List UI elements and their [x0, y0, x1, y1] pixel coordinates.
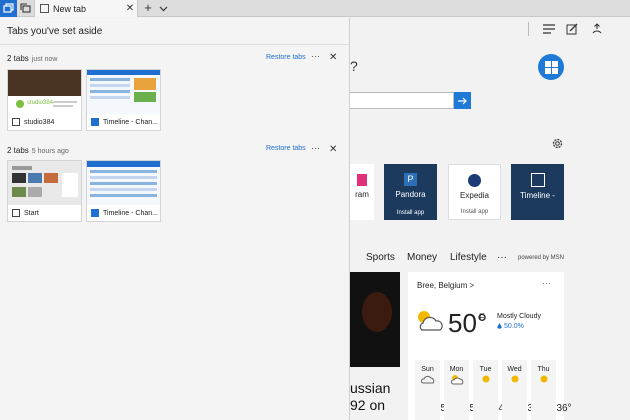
search-go-button[interactable] [454, 92, 471, 109]
sun-icon [482, 375, 489, 383]
precipitation-chance: 50.0% [504, 323, 524, 330]
install-app-label: Install app [460, 209, 489, 215]
tab-label: Timeline - Chan... [103, 118, 158, 126]
pandora-logo-icon: P [404, 173, 417, 186]
windows-logo-icon [538, 54, 564, 80]
group-more-button[interactable]: ··· [311, 51, 320, 61]
cloudy-icon [420, 375, 434, 384]
forecast-day: Tue 45° [473, 360, 514, 420]
favicon-icon [12, 118, 20, 126]
tab-label: studio384 [24, 118, 55, 126]
top-site-tile-expedia[interactable]: Expedia Install app [448, 164, 501, 220]
tab-label: Start [24, 209, 39, 217]
headline-line-1: ussian [350, 380, 391, 396]
nav-money[interactable]: Money [407, 252, 437, 263]
site-logo-icon [357, 174, 367, 186]
tab-thumbnail[interactable]: Start [7, 160, 82, 222]
pen-note-icon[interactable] [563, 20, 581, 38]
arrow-right-icon [458, 97, 467, 104]
weather-location[interactable]: Bree, Belgium > [417, 281, 474, 290]
tab-title: New tab [53, 3, 87, 14]
group-close-button[interactable]: ✕ [329, 144, 337, 155]
new-tab-button[interactable]: + [142, 0, 154, 17]
thumbnail-preview [87, 161, 160, 205]
top-site-tile-timeline[interactable]: Timeline - [511, 164, 564, 220]
page-icon [40, 4, 49, 13]
powered-by-msn: powered by MSN [518, 255, 565, 261]
partly-cloudy-icon [418, 311, 443, 331]
group-close-button[interactable]: ✕ [329, 52, 337, 63]
thumbnail-preview [8, 161, 81, 205]
close-tab-button[interactable]: ✕ [123, 3, 137, 14]
timeline-logo-icon [530, 173, 545, 187]
sun-icon [540, 375, 547, 383]
top-site-tile-partial[interactable]: ram [350, 164, 374, 220]
tile-name: Pandora [395, 190, 426, 199]
forecast-day: Wed 39° [502, 360, 543, 420]
tile-name: ram [355, 190, 369, 199]
favicon-icon [91, 209, 99, 217]
top-site-tile-pandora[interactable]: P Pandora Install app [384, 164, 437, 220]
headline-line-2: 92 on [350, 397, 386, 413]
tab-label: Timeline - Chan... [103, 209, 158, 217]
share-icon[interactable] [588, 20, 606, 38]
tab-new-tab[interactable]: New tab ✕ [34, 0, 138, 17]
restore-tabs-icon[interactable] [17, 0, 34, 17]
temperature-unit: F [479, 312, 485, 322]
nav-more-button[interactable]: ··· [497, 252, 507, 263]
panel-title: Tabs you've set aside [7, 26, 103, 37]
weather-more-button[interactable]: ··· [542, 278, 551, 288]
group-header: 2 tabs 5 hours ago [7, 146, 69, 155]
tile-name: Timeline - [520, 191, 555, 200]
tab-bar: New tab ✕ + [0, 0, 630, 17]
search-prompt-fragment: ? [350, 58, 358, 74]
tab-thumbnail[interactable]: Timeline - Chan... [86, 160, 161, 222]
hub-menu-icon[interactable] [540, 20, 558, 38]
search-input[interactable] [350, 92, 454, 109]
restore-tabs-link[interactable]: Restore tabs [266, 54, 306, 61]
tile-name: Expedia [460, 191, 489, 200]
forecast-day: Mon 53° [444, 360, 485, 420]
nav-lifestyle[interactable]: Lifestyle [450, 252, 487, 263]
forecast-day: Thu 36° [531, 360, 572, 420]
sun-icon [511, 375, 518, 383]
toolbar-divider [528, 22, 529, 36]
install-app-label: Install app [396, 210, 425, 216]
tab-thumbnail[interactable]: studio384 studio384 [7, 69, 82, 131]
news-image[interactable] [350, 272, 400, 367]
tab-thumbnail[interactable]: Timeline - Chan... [86, 69, 161, 131]
chevron-down-icon[interactable] [157, 0, 169, 17]
divider [0, 44, 349, 45]
group-header: 2 tabs just now [7, 54, 58, 63]
favicon-icon [12, 209, 20, 217]
weather-card[interactable]: Bree, Belgium > ··· 50° F Mostly Cloudy … [408, 272, 572, 420]
thumbnail-preview: studio384 [8, 70, 81, 114]
expedia-logo-icon [468, 174, 481, 187]
group-more-button[interactable]: ··· [311, 143, 320, 153]
forecast-day: Sun 51° [415, 360, 456, 420]
restore-tabs-link[interactable]: Restore tabs [266, 145, 306, 152]
news-headline[interactable]: ussian 92 on [350, 380, 390, 414]
tabs-aside-panel: Tabs you've set aside 2 tabs just now Res… [0, 18, 350, 420]
partly-cloudy-icon [450, 375, 463, 385]
tabs-aside-icon[interactable] [0, 0, 17, 17]
weather-condition: Mostly Cloudy [497, 313, 541, 320]
gear-icon[interactable] [551, 137, 565, 151]
chevron-right-icon: > [469, 281, 475, 290]
favicon-icon [91, 118, 99, 126]
thumbnail-preview [87, 70, 160, 114]
nav-sports[interactable]: Sports [366, 252, 395, 263]
raindrop-icon [497, 323, 502, 329]
